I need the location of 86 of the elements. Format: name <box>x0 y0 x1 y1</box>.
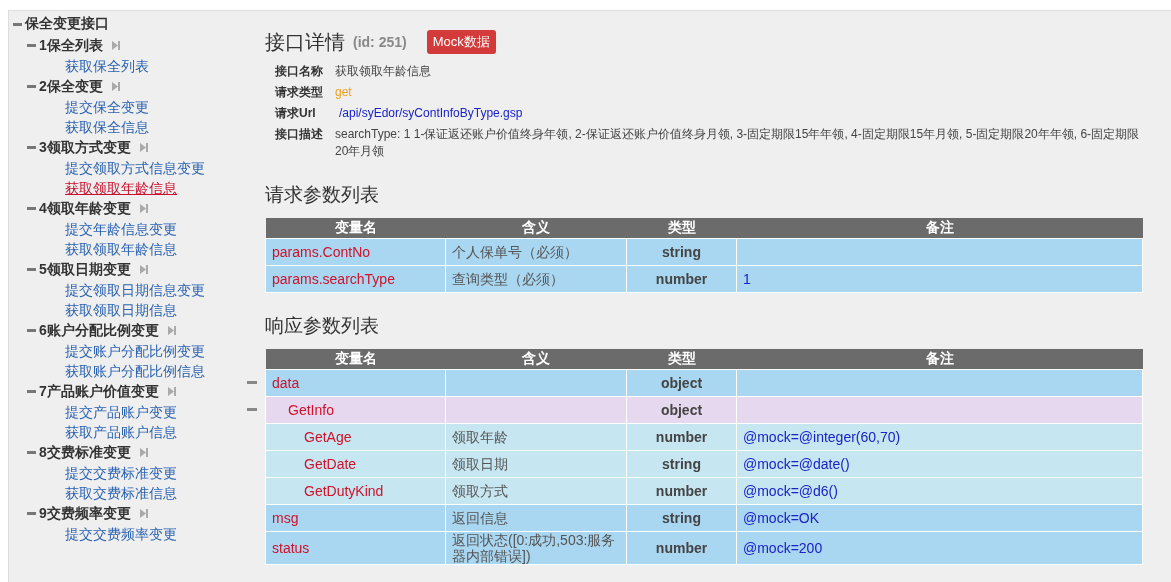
collapse-icon[interactable] <box>13 22 22 26</box>
param-meaning-cell: 查询类型（必须） <box>445 265 627 293</box>
skip-end-icon[interactable] <box>166 386 177 397</box>
param-meaning-cell: 领取年龄 <box>445 423 627 451</box>
param-meaning-cell: 返回信息 <box>445 504 627 532</box>
column-header: 备注 <box>736 218 1143 239</box>
param-note-cell: @mock=@integer(60,70) <box>736 423 1143 451</box>
skip-end-icon[interactable] <box>110 40 121 51</box>
column-header: 含义 <box>445 218 627 239</box>
section-title: 请求参数列表 <box>265 183 380 207</box>
tree-link[interactable]: 提交领取方式信息变更 <box>65 158 247 178</box>
param-name-cell: GetDate <box>265 450 446 478</box>
param-note-cell: @mock=@date() <box>736 450 1143 478</box>
tree-node[interactable]: 9交费频率变更 <box>39 504 131 523</box>
tree-node[interactable]: 4领取年龄变更 <box>39 199 131 218</box>
field-label: 接口描述 <box>275 126 324 143</box>
param-note-cell: 1 <box>736 265 1143 293</box>
tree-node[interactable]: 保全变更接口 <box>25 15 109 33</box>
section-title: 响应参数列表 <box>265 314 380 338</box>
mock-badge: Mock数据 <box>426 30 496 54</box>
tree-link[interactable]: 提交账户分配比例变更 <box>65 341 247 361</box>
param-type-cell: number <box>626 265 737 293</box>
param-type-cell: string <box>626 238 737 266</box>
skip-end-icon[interactable] <box>138 203 149 214</box>
param-meaning-cell: 返回状态([0:成功,503:服务器内部错误]) <box>445 531 627 565</box>
param-name-cell: status <box>265 531 446 565</box>
tree-link[interactable]: 获取账户分配比例信息 <box>65 361 247 381</box>
tree-link[interactable]: 提交产品账户变更 <box>65 402 247 422</box>
param-note-cell: @mock=200 <box>736 531 1143 565</box>
tree-link[interactable]: 获取领取年龄信息 <box>65 178 247 198</box>
field-label: 请求Url <box>275 105 317 122</box>
tree-link[interactable]: 获取交费标准信息 <box>65 483 247 503</box>
tree-link[interactable]: 获取领取年龄信息 <box>65 239 247 259</box>
tree-node[interactable]: 7产品账户价值变更 <box>39 382 159 401</box>
tree-node[interactable]: 3领取方式变更 <box>39 138 131 157</box>
column-header: 变量名 <box>265 218 446 239</box>
tree-link[interactable]: 提交保全变更 <box>65 97 247 117</box>
skip-end-icon[interactable] <box>138 142 149 153</box>
tree-node[interactable]: 6账户分配比例变更 <box>39 321 159 340</box>
column-header: 备注 <box>736 349 1143 370</box>
field-value: searchType: 1 1-保证返还账户价值终身年领, 2-保证返还账户价值终身月领, 3-固定期限15年年领, 4-固定期限15年月领, 5-固定期限20年年领, 6-固定期限20年月领 <box>335 126 1141 160</box>
field-label: 请求类型 <box>275 84 324 101</box>
param-type-cell: number <box>626 423 737 451</box>
column-header: 变量名 <box>265 349 446 370</box>
tree-node[interactable]: 8交费标准变更 <box>39 443 131 462</box>
param-name-cell: msg <box>265 504 446 532</box>
param-type-cell: string <box>626 450 737 478</box>
param-meaning-cell: 个人保单号（必须） <box>445 238 627 266</box>
column-header: 类型 <box>626 218 737 239</box>
tree-node[interactable]: 1保全列表 <box>39 36 103 55</box>
tree-node[interactable]: 5领取日期变更 <box>39 260 131 279</box>
param-type-cell: number <box>626 531 737 565</box>
field-value: 获取领取年龄信息 <box>335 63 431 80</box>
tree-link[interactable]: 提交领取日期信息变更 <box>65 280 247 300</box>
tree-node[interactable]: 2保全变更 <box>39 77 103 96</box>
tree-link[interactable]: 获取产品账户信息 <box>65 422 247 442</box>
param-name-cell: GetDutyKind <box>265 477 446 505</box>
skip-end-icon[interactable] <box>138 447 149 458</box>
param-meaning-cell: 领取日期 <box>445 450 627 478</box>
page-title: 接口详情 <box>265 29 345 55</box>
field-value: /api/syEdor/syContInfoByType.gsp <box>338 105 523 122</box>
skip-end-icon[interactable] <box>110 81 121 92</box>
skip-end-icon[interactable] <box>166 325 177 336</box>
field-value: get <box>335 84 352 101</box>
tree-link[interactable]: 提交年龄信息变更 <box>65 219 247 239</box>
tree-link[interactable]: 获取保全列表 <box>65 56 247 76</box>
field-label: 接口名称 <box>275 63 324 80</box>
skip-end-icon[interactable] <box>138 508 149 519</box>
column-header: 含义 <box>445 349 627 370</box>
id-label: (id: 251) <box>353 34 407 50</box>
tree-link[interactable]: 获取保全信息 <box>65 117 247 137</box>
param-type-cell: object <box>626 396 737 424</box>
column-header: 类型 <box>626 349 737 370</box>
param-type-cell: object <box>626 369 737 397</box>
tree-link[interactable]: 提交交费频率变更 <box>65 524 247 544</box>
tree-link[interactable]: 获取领取日期信息 <box>65 300 247 320</box>
param-meaning-cell: 领取方式 <box>445 477 627 505</box>
tree-link[interactable]: 提交交费标准变更 <box>65 463 247 483</box>
param-name-cell: params.ContNo <box>265 238 446 266</box>
skip-end-icon[interactable] <box>138 264 149 275</box>
param-name-cell: GetAge <box>265 423 446 451</box>
param-type-cell: string <box>626 504 737 532</box>
param-note-cell: @mock=OK <box>736 504 1143 532</box>
param-note-cell: @mock=@d6() <box>736 477 1143 505</box>
param-type-cell: number <box>626 477 737 505</box>
param-name-cell: params.searchType <box>265 265 446 293</box>
